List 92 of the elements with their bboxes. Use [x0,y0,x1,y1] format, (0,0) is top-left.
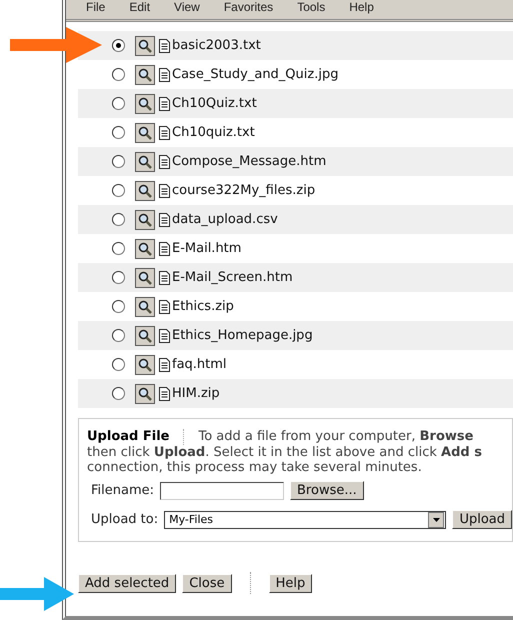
radio-button[interactable] [112,242,125,255]
preview-button[interactable] [135,94,155,114]
preview-button[interactable] [135,238,155,258]
file-row[interactable]: data_upload.csv [78,205,513,234]
file-name: E-Mail.htm [172,241,242,256]
magnifier-icon [138,270,152,284]
magnifier-icon [138,126,152,140]
preview-button[interactable] [135,210,155,230]
instructions-text: then click Upload. Select it in the list above and click Add s [87,445,483,460]
dialog-button[interactable]: Close [182,574,232,592]
folder-select[interactable]: My-Files [164,510,446,528]
file-name: basic2003.txt [172,38,261,53]
document-icon [159,126,170,140]
document-icon [159,212,170,226]
document-icon [159,300,170,314]
preview-button[interactable] [135,354,155,374]
menu-item[interactable]: Tools [297,1,326,13]
browse-button[interactable]: Browse... [290,481,364,500]
preview-button[interactable] [135,296,155,316]
dialog-button[interactable]: Add selected [78,574,176,592]
preview-button[interactable] [135,122,155,142]
field-label: Filename: [91,483,154,498]
magnifier-icon [138,38,152,52]
document-icon [159,154,170,168]
radio-button[interactable] [112,97,125,110]
document-icon [159,38,170,52]
radio-button[interactable] [112,387,125,400]
radio-button[interactable] [112,300,125,313]
file-name: course322My_files.zip [172,183,316,198]
section-title: Upload File [87,429,170,444]
preview-button[interactable] [135,64,155,84]
preview-button[interactable] [135,384,155,404]
radio-button[interactable] [112,126,125,139]
document-icon [159,184,170,198]
menu-item[interactable]: Edit [129,1,150,13]
document-icon [159,68,170,82]
radio-button[interactable] [112,213,125,226]
magnifier-icon [138,96,152,110]
magnifier-icon [138,212,152,226]
instructions-text: To add a file from your computer, Browse [198,429,474,444]
radio-button[interactable] [112,184,125,197]
file-row[interactable]: HIM.zip [78,379,513,408]
menu-item[interactable]: View [174,1,200,13]
radio-button[interactable] [112,271,125,284]
magnifier-icon [138,154,152,168]
file-row[interactable]: Ethics_Homepage.jpg [78,321,513,350]
radio-button[interactable] [112,358,125,371]
menu-item[interactable]: Help [349,1,374,13]
preview-button[interactable] [135,152,155,172]
magnifier-icon [138,358,152,372]
file-name: faq.html [172,357,227,372]
instructions-text: connection, this process may take several minutes. [87,460,423,475]
magnifier-icon [138,300,152,314]
magnifier-icon [138,68,152,82]
preview-button[interactable] [135,268,155,288]
file-row[interactable]: E-Mail_Screen.htm [78,263,513,292]
document-icon [159,386,170,400]
field-label: Upload to: [91,512,158,527]
menu-item[interactable]: File [86,1,106,13]
file-row[interactable]: Compose_Message.htm [78,147,513,176]
file-name: data_upload.csv [172,212,278,227]
file-name: Ethics.zip [172,299,234,314]
radio-button[interactable] [112,155,125,168]
menu-item[interactable]: Favorites [224,1,274,13]
document-icon [159,358,170,372]
radio-button[interactable] [112,39,125,52]
filename-field[interactable] [160,482,284,500]
file-row[interactable]: Ch10Quiz.txt [78,89,513,118]
radio-button[interactable] [112,68,125,81]
file-name: Ethics_Homepage.jpg [172,328,313,343]
preview-button[interactable] [135,36,155,56]
file-row[interactable]: basic2003.txt [78,31,513,60]
document-icon [159,96,170,110]
file-name: HIM.zip [172,386,220,401]
file-name: Ch10quiz.txt [172,125,255,140]
preview-button[interactable] [135,180,155,200]
upload-button[interactable]: Upload [452,510,512,529]
file-name: Ch10Quiz.txt [172,96,257,111]
file-name: Compose_Message.htm [172,154,326,169]
file-name: E-Mail_Screen.htm [172,270,293,285]
file-name: Case_Study_and_Quiz.jpg [172,67,338,82]
magnifier-icon [138,328,152,342]
preview-button[interactable] [135,326,155,346]
dialog-button[interactable]: Help [268,574,312,592]
document-icon [159,270,170,284]
magnifier-icon [138,242,152,256]
document-icon [159,242,170,256]
magnifier-icon [138,386,152,400]
dropdown-icon [432,518,440,522]
radio-button[interactable] [112,329,125,342]
magnifier-icon [138,184,152,198]
document-icon [159,328,170,342]
